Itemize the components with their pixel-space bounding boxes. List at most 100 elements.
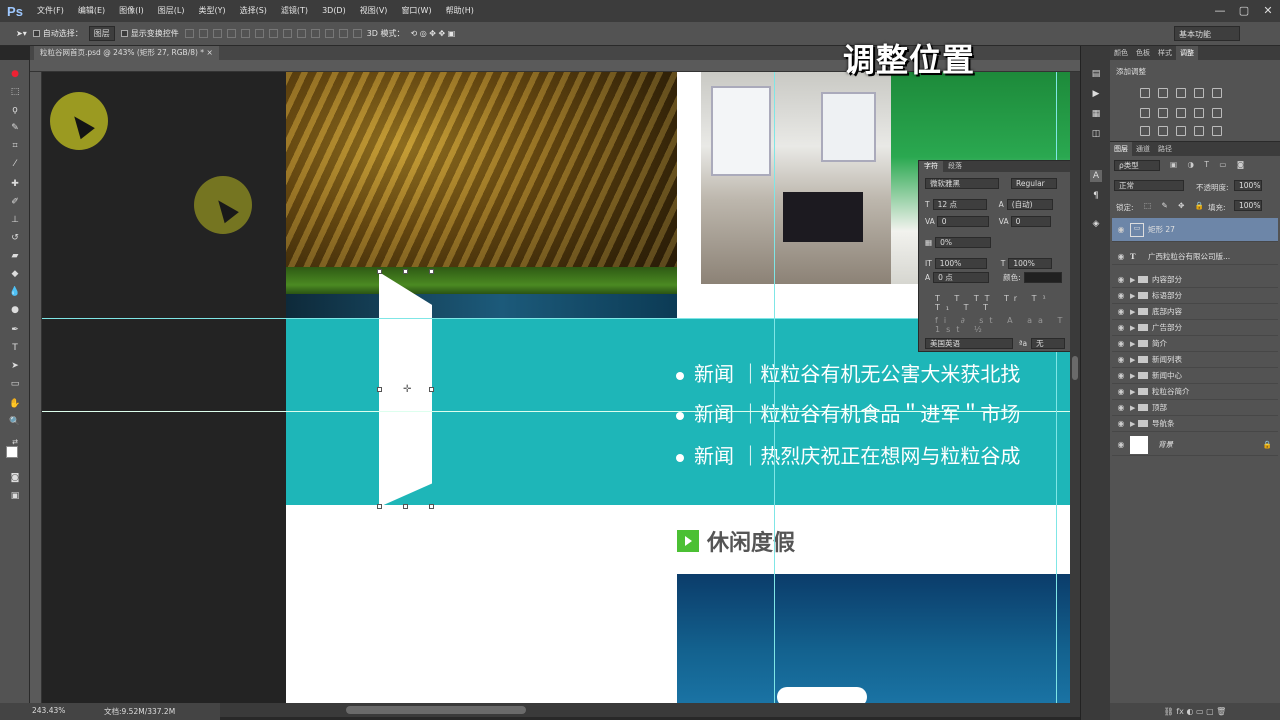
baseline-field[interactable]: 0 点 xyxy=(933,271,990,283)
auto-align-icon[interactable] xyxy=(352,29,362,38)
language-dropdown[interactable]: 美国英语 xyxy=(925,337,1013,349)
lasso-tool-icon[interactable]: ϙ xyxy=(9,104,21,116)
layer-row[interactable]: ◉ ▶ 顶部 xyxy=(1112,400,1278,416)
tracking-field[interactable]: 0 xyxy=(1010,215,1051,227)
guide-line-horizontal[interactable] xyxy=(42,318,1070,319)
threshold-icon[interactable] xyxy=(1176,126,1186,136)
layer-filter-icons[interactable]: ▣ ◑ T ▭ ◙ xyxy=(1170,160,1248,169)
transform-handle[interactable] xyxy=(429,504,434,509)
kerning-field[interactable]: 0 xyxy=(936,215,989,227)
eyedropper-tool-icon[interactable]: ⁄ xyxy=(9,158,21,170)
layer-row[interactable]: ◉ ▭ 矩形 27 xyxy=(1112,218,1278,242)
align-left-icon[interactable] xyxy=(226,29,236,38)
dodge-tool-icon[interactable]: ● xyxy=(9,304,21,316)
path-selection-tool-icon[interactable]: ➤ xyxy=(9,360,21,372)
paragraph-panel-icon[interactable]: ¶ xyxy=(1090,190,1102,202)
vertical-scroll-thumb[interactable] xyxy=(1072,356,1078,380)
restore-button[interactable]: ▢ xyxy=(1232,0,1256,22)
color-swatch[interactable] xyxy=(1023,271,1062,283)
layer-row[interactable]: ◉ ▶ 标语部分 xyxy=(1112,288,1278,304)
auto-select-dropdown[interactable]: 图层 xyxy=(88,26,115,41)
menu-select[interactable]: 选择(S) xyxy=(233,0,274,22)
expand-arrow-icon[interactable]: ▶ xyxy=(1130,308,1138,316)
layer-row[interactable]: ◉ ▶ 内容部分 xyxy=(1112,272,1278,288)
rectangle-tool-icon[interactable]: ▭ xyxy=(9,378,21,390)
distribute-right-icon[interactable] xyxy=(338,29,348,38)
font-family-dropdown[interactable]: 微软雅黑 xyxy=(925,177,999,189)
visibility-eye-icon[interactable]: ◉ xyxy=(1112,371,1130,380)
clone-stamp-tool-icon[interactable]: ⊥ xyxy=(9,214,21,226)
align-bottom-icon[interactable] xyxy=(212,29,222,38)
layer-row[interactable]: ◉ ▶ 新闻中心 xyxy=(1112,368,1278,384)
3d-panel-icon[interactable]: ◈ xyxy=(1090,218,1102,230)
align-center-icon[interactable] xyxy=(240,29,250,38)
opentype-buttons[interactable]: fi ∂ st A aa T 1st ½ xyxy=(935,316,1077,334)
photo-filter-icon[interactable] xyxy=(1194,108,1204,118)
transform-handle[interactable] xyxy=(403,269,408,274)
invert-icon[interactable] xyxy=(1140,126,1150,136)
exposure-icon[interactable] xyxy=(1194,88,1204,98)
layer-row[interactable]: ◉ ▶ 粒粒谷简介 xyxy=(1112,384,1278,400)
distribute-top-icon[interactable] xyxy=(268,29,278,38)
vertical-scale-field[interactable]: 100% xyxy=(934,257,987,269)
transform-handle[interactable] xyxy=(429,387,434,392)
guide-line-horizontal[interactable] xyxy=(42,411,1070,412)
align-middle-icon[interactable] xyxy=(198,29,208,38)
menu-window[interactable]: 窗口(W) xyxy=(394,0,438,22)
record-icon[interactable]: ● xyxy=(9,68,21,80)
black-white-icon[interactable] xyxy=(1176,108,1186,118)
hue-saturation-icon[interactable] xyxy=(1140,108,1150,118)
minimize-button[interactable]: — xyxy=(1208,0,1232,22)
antialias-dropdown[interactable]: 无 xyxy=(1031,337,1066,349)
document-pasteboard[interactable]: 新闻 ｜粒粒谷有机无公害大米获北找 新闻 ｜粒粒谷有机食品＂进军＂市场 新闻 ｜… xyxy=(42,72,1070,703)
menu-view[interactable]: 视图(V) xyxy=(353,0,395,22)
tab-swatches[interactable]: 色板 xyxy=(1132,46,1154,60)
tab-channels[interactable]: 通道 xyxy=(1132,142,1154,156)
auto-select-checkbox[interactable]: 自动选择： xyxy=(32,28,83,39)
curves-icon[interactable] xyxy=(1176,88,1186,98)
visibility-eye-icon[interactable]: ◉ xyxy=(1112,291,1130,300)
screen-mode-icon[interactable]: ▣ xyxy=(9,490,21,502)
horizontal-scale-field[interactable]: 100% xyxy=(1008,257,1053,269)
orbit-3d-icon[interactable]: ⟲ ◎ ✥ ✥ ▣ xyxy=(411,29,456,38)
visibility-eye-icon[interactable]: ◉ xyxy=(1112,275,1130,284)
blur-tool-icon[interactable]: 💧 xyxy=(9,286,21,298)
distribute-left-icon[interactable] xyxy=(310,29,320,38)
foreground-color-swatch[interactable] xyxy=(6,446,18,458)
visibility-eye-icon[interactable]: ◉ xyxy=(1112,355,1130,364)
lock-icons[interactable]: ⬚ ✎ ✥ 🔒 xyxy=(1144,201,1208,210)
guide-line-vertical[interactable] xyxy=(774,72,775,703)
selective-color-icon[interactable] xyxy=(1194,126,1204,136)
brightness-icon[interactable] xyxy=(1140,88,1150,98)
layer-row[interactable]: ◉ T 广西粒粒谷有限公司版... xyxy=(1112,249,1278,265)
marquee-tool-icon[interactable]: ⬚ xyxy=(9,86,21,98)
expand-arrow-icon[interactable]: ▶ xyxy=(1130,292,1138,300)
vibrance-icon[interactable] xyxy=(1212,88,1222,98)
menu-edit[interactable]: 编辑(E) xyxy=(71,0,112,22)
close-tab-icon[interactable]: × xyxy=(206,48,212,57)
move-tool-icon[interactable]: ➤▾ xyxy=(16,29,27,38)
document-tab[interactable]: 粒粒谷网首页.psd @ 243% (矩形 27, RGB/8) * × xyxy=(34,46,219,60)
visibility-eye-icon[interactable]: ◉ xyxy=(1112,252,1130,261)
brush-panel-icon[interactable]: ▦ xyxy=(1090,108,1102,120)
opacity-field[interactable]: 100% xyxy=(1234,180,1262,191)
character-panel-icon[interactable]: A xyxy=(1090,170,1102,182)
transform-handle[interactable] xyxy=(429,269,434,274)
ruler-vertical[interactable] xyxy=(30,72,42,703)
expand-arrow-icon[interactable]: ▶ xyxy=(1130,404,1138,412)
blend-mode-dropdown[interactable]: 正常 xyxy=(1114,180,1184,191)
type-tool-icon[interactable]: T xyxy=(9,342,21,354)
pen-tool-icon[interactable]: ✒ xyxy=(9,324,21,336)
levels-icon[interactable] xyxy=(1158,88,1168,98)
quick-mask-icon[interactable]: ◙ xyxy=(9,472,21,484)
distribute-bottom-icon[interactable] xyxy=(296,29,306,38)
layer-row[interactable]: ◉ ▶ 广告部分 xyxy=(1112,320,1278,336)
tab-color[interactable]: 颜色 xyxy=(1110,46,1132,60)
layer-kind-filter[interactable]: ρ类型 xyxy=(1114,160,1160,171)
menu-filter[interactable]: 滤镜(T) xyxy=(274,0,315,22)
visibility-eye-icon[interactable]: ◉ xyxy=(1112,440,1130,449)
visibility-eye-icon[interactable]: ◉ xyxy=(1112,225,1130,234)
layer-row[interactable]: ◉ ▶ 新闻列表 xyxy=(1112,352,1278,368)
expand-arrow-icon[interactable]: ▶ xyxy=(1130,324,1138,332)
expand-arrow-icon[interactable]: ▶ xyxy=(1130,388,1138,396)
